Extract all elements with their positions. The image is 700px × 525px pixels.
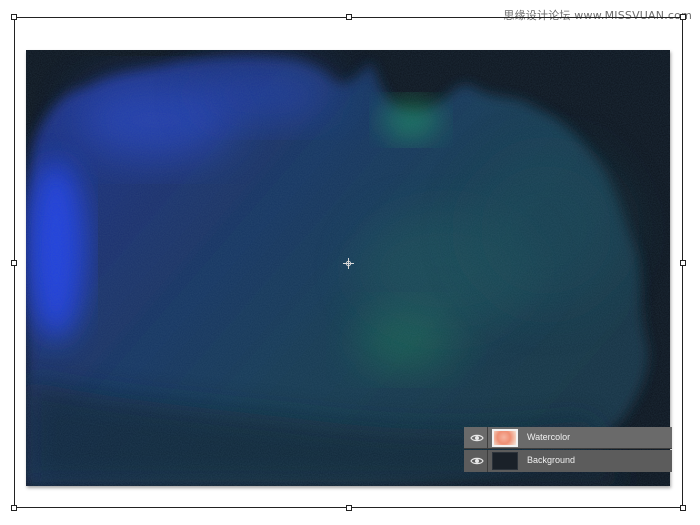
screenshot: 思缘设计论坛 www.MISSVUAN.com Watercolor Backg…	[0, 0, 700, 525]
layer-name[interactable]: Background	[527, 455, 575, 465]
layer-row-watercolor[interactable]: Watercolor	[464, 427, 672, 449]
transform-handle-top-left[interactable]	[11, 14, 17, 20]
layer-row-background[interactable]: Background	[464, 450, 672, 472]
transform-handle-bottom-right[interactable]	[680, 505, 686, 511]
layer-divider	[487, 427, 488, 449]
transform-handle-top-center[interactable]	[346, 14, 352, 20]
watercolor-thumbnail[interactable]	[492, 429, 518, 447]
transform-handle-middle-left[interactable]	[11, 260, 17, 266]
layers-panel: Watercolor Background	[464, 427, 672, 473]
layer-name[interactable]: Watercolor	[527, 432, 570, 442]
background-thumbnail[interactable]	[492, 452, 518, 470]
transform-handle-top-right[interactable]	[680, 14, 686, 20]
eye-icon[interactable]	[470, 455, 484, 467]
layer-divider	[487, 450, 488, 472]
eye-icon[interactable]	[470, 432, 484, 444]
transform-handle-middle-right[interactable]	[680, 260, 686, 266]
transform-handle-bottom-center[interactable]	[346, 505, 352, 511]
transform-handle-bottom-left[interactable]	[11, 505, 17, 511]
transform-pivot-icon[interactable]	[343, 258, 354, 269]
